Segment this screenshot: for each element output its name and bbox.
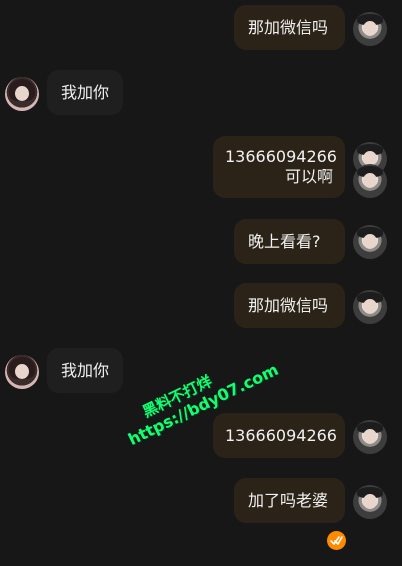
- message-text: 可以啊: [284, 167, 333, 186]
- message-text: 我加你: [61, 361, 110, 380]
- message-bubble[interactable]: 我加你: [47, 70, 123, 115]
- message-bubble[interactable]: 晚上看看?: [234, 219, 345, 264]
- message-bubble[interactable]: 13666094266 可以啊: [213, 136, 345, 198]
- avatar[interactable]: [353, 225, 387, 259]
- avatar[interactable]: [5, 355, 39, 389]
- message-bubble[interactable]: 那加微信吗: [234, 283, 345, 328]
- message-text: 那加微信吗: [248, 296, 329, 315]
- double-check-icon: [327, 531, 346, 550]
- message-text: 那加微信吗: [248, 18, 329, 37]
- avatar[interactable]: [353, 485, 387, 519]
- message-bubble[interactable]: 13666094266: [213, 413, 345, 458]
- message-bubble[interactable]: 加了吗老婆: [234, 478, 345, 523]
- avatar[interactable]: [353, 420, 387, 454]
- message-text: 加了吗老婆: [248, 491, 329, 510]
- avatar[interactable]: [353, 12, 387, 46]
- avatar[interactable]: [353, 290, 387, 324]
- avatar[interactable]: [353, 164, 387, 198]
- message-text: 晚上看看?: [248, 232, 321, 251]
- message-text: 13666094266: [225, 147, 337, 166]
- message-text: 我加你: [61, 83, 110, 102]
- message-bubble[interactable]: 那加微信吗: [234, 5, 345, 50]
- avatar[interactable]: [5, 77, 39, 111]
- message-text: 13666094266: [225, 426, 337, 445]
- message-bubble[interactable]: 我加你: [47, 348, 123, 393]
